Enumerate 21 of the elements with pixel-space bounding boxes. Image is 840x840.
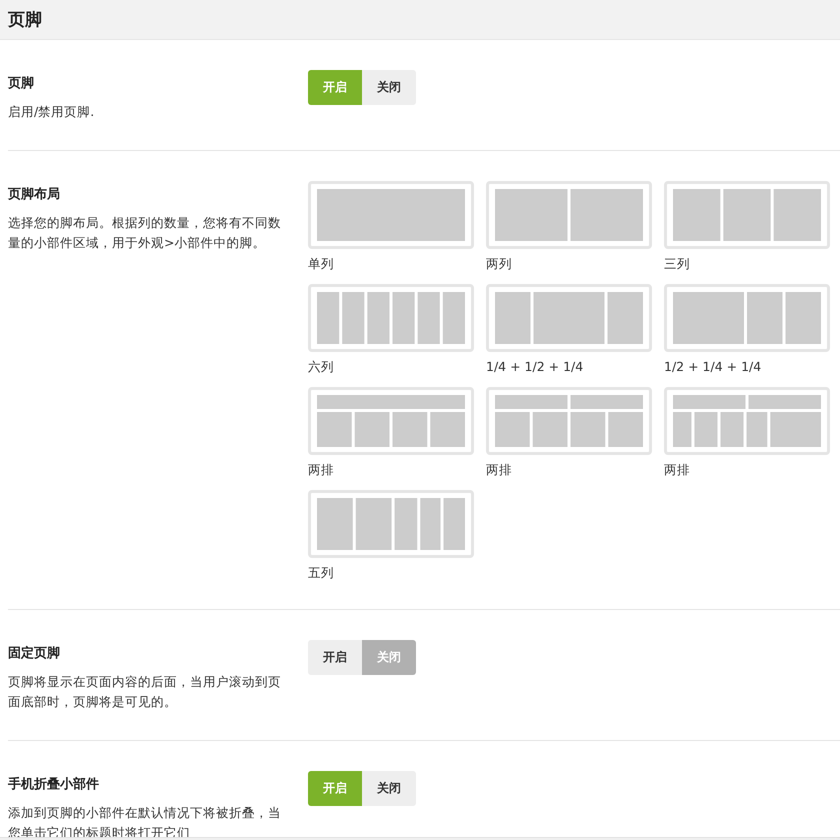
layout-label: 1/2 + 1/4 + 1/4 bbox=[664, 358, 762, 375]
toggle-option[interactable]: 开启 bbox=[308, 640, 362, 675]
layout-label: 三列 bbox=[664, 255, 691, 272]
setting-label: 固定页脚 bbox=[8, 644, 61, 662]
layout-label: 六列 bbox=[308, 358, 335, 375]
setting-description: 选择您的脚布局。根据列的数量，您将有不同数量的小部件区域，用于外观>小部件中的脚。 bbox=[8, 214, 282, 252]
layout-label: 两排 bbox=[664, 461, 691, 478]
layout-label: 五列 bbox=[308, 564, 335, 581]
toggle-option[interactable]: 关闭 bbox=[362, 70, 416, 105]
setting-description: 页脚将显示在页面内容的后面，当用户滚动到页面底部时，页脚将是可见的。 bbox=[8, 673, 282, 711]
toggle-option[interactable]: 关闭 bbox=[362, 771, 416, 806]
layout-label: 两排 bbox=[308, 461, 335, 478]
layout-label: 单列 bbox=[308, 255, 335, 272]
setting-label: 手机折叠小部件 bbox=[8, 776, 100, 793]
layout-label: 两列 bbox=[486, 255, 513, 272]
layout-label: 1/4 + 1/2 + 1/4 bbox=[486, 358, 584, 375]
setting-label: 页脚布局 bbox=[8, 186, 61, 203]
setting-label: 页脚 bbox=[8, 75, 35, 92]
layout-label: 两排 bbox=[486, 461, 513, 478]
setting-description: 启用/禁用页脚. bbox=[8, 103, 96, 121]
page-title: 页脚 bbox=[8, 9, 42, 31]
